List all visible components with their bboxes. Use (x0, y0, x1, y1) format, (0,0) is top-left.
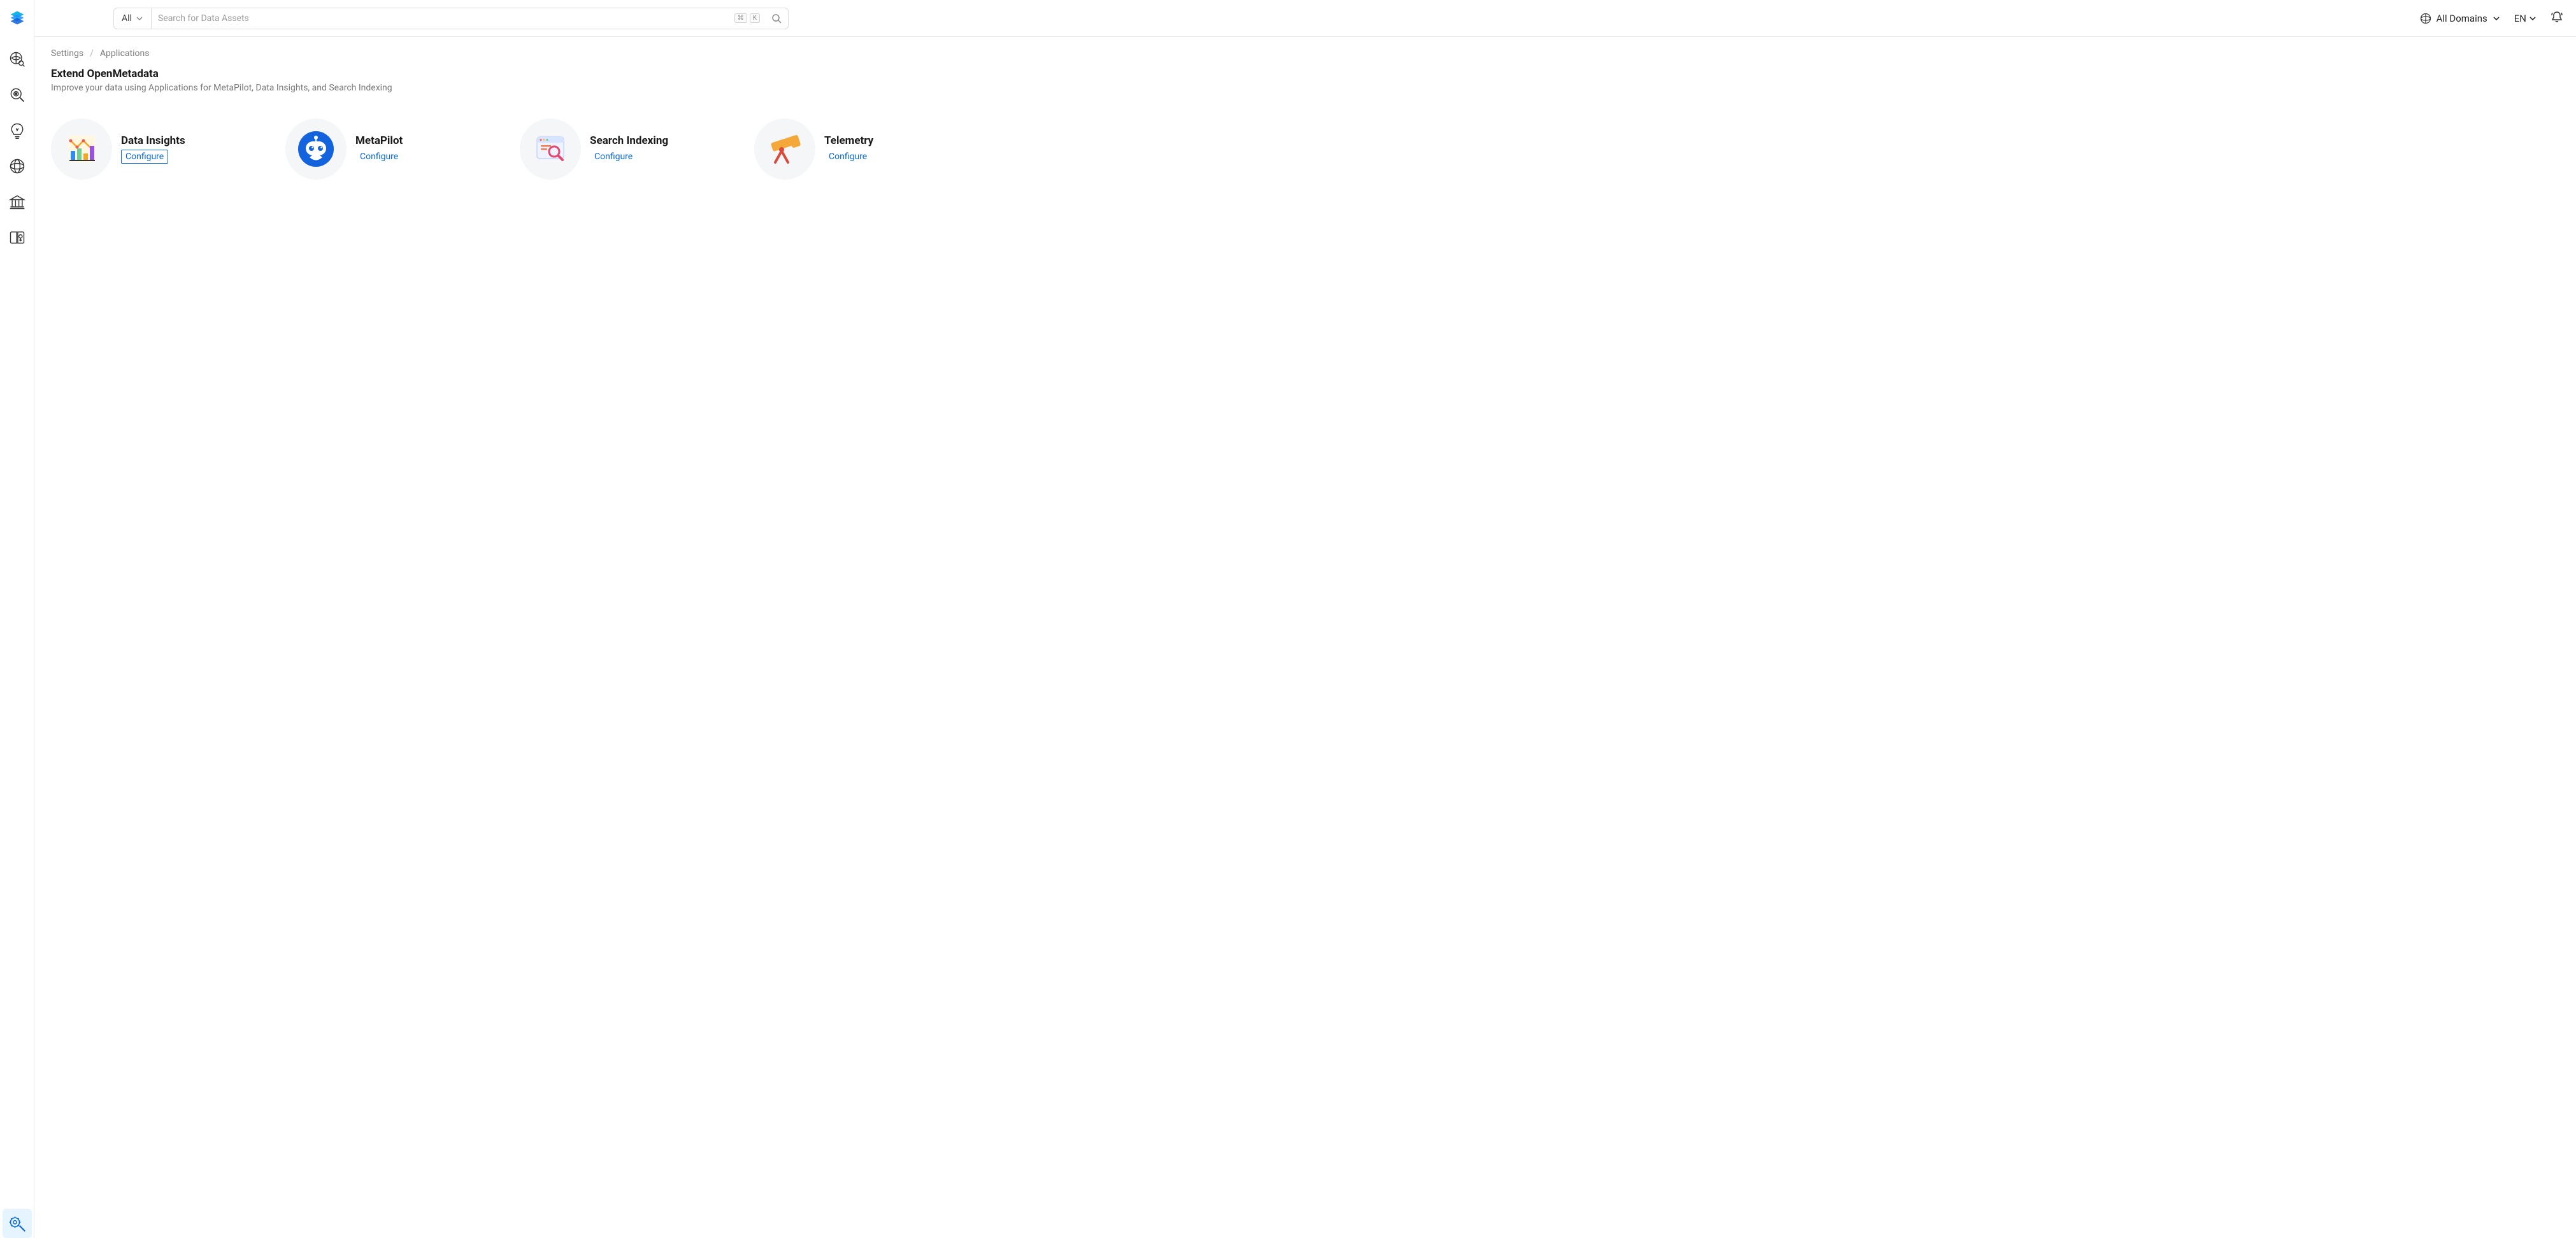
content: Settings / Applications Extend OpenMetad… (34, 37, 2576, 1238)
bar-chart-icon (64, 132, 99, 166)
nav-insights[interactable] (3, 116, 32, 145)
nav-observability[interactable] (3, 80, 32, 110)
configure-link[interactable]: Configure (824, 150, 871, 164)
kbd-cmd: ⌘ (734, 13, 747, 23)
bell-icon (2551, 11, 2563, 24)
breadcrumb-root[interactable]: Settings (51, 48, 83, 59)
domain-label: All Domains (2436, 13, 2487, 24)
nav-settings[interactable] (3, 1209, 32, 1238)
chevron-down-icon (136, 15, 143, 22)
configure-link[interactable]: Configure (590, 150, 637, 164)
configure-link[interactable]: Configure (121, 150, 168, 164)
nav-explore[interactable] (3, 45, 32, 74)
search-filter-dropdown[interactable]: All (114, 8, 152, 29)
app-icon-metapilot (285, 118, 347, 180)
domain-selector[interactable]: All Domains (2420, 13, 2500, 24)
breadcrumb: Settings / Applications (51, 48, 2559, 59)
kbd-k: K (750, 13, 760, 23)
globe-icon (2420, 13, 2431, 24)
search-input[interactable] (152, 8, 734, 29)
app-title: Data Insights (121, 134, 185, 147)
chevron-down-icon (2493, 15, 2500, 22)
app-icon-search-indexing (520, 118, 581, 180)
search-filter-label: All (122, 13, 132, 24)
app-icon-telemetry (754, 118, 815, 180)
page-title: Extend OpenMetadata (51, 68, 2559, 80)
breadcrumb-current: Applications (100, 48, 150, 59)
header: All ⌘ K All Domains (34, 0, 2576, 37)
search-bar: All ⌘ K (113, 8, 789, 29)
app-card-metapilot: MetaPilot Configure (285, 118, 489, 180)
search-window-icon (533, 132, 568, 166)
sidebar (0, 0, 34, 1238)
breadcrumb-separator: / (90, 48, 94, 59)
bot-icon (297, 130, 335, 168)
language-selector[interactable]: EN (2514, 13, 2537, 24)
app-title: MetaPilot (355, 134, 403, 147)
app-title: Telemetry (824, 134, 873, 147)
search-button[interactable] (765, 13, 788, 24)
search-shortcut-hint: ⌘ K (734, 13, 765, 23)
app-icon-data-insights (51, 118, 112, 180)
search-icon (771, 13, 782, 24)
app-title: Search Indexing (590, 134, 668, 147)
nav-govern[interactable] (3, 187, 32, 217)
app-card-telemetry: Telemetry Configure (754, 118, 958, 180)
app-card-data-insights: Data Insights Configure (51, 118, 255, 180)
nav-domains[interactable] (3, 152, 32, 181)
notifications-button[interactable] (2551, 11, 2563, 26)
configure-link[interactable]: Configure (355, 150, 403, 164)
nav-glossary[interactable] (3, 223, 32, 252)
chevron-down-icon (2529, 15, 2537, 22)
telescope-icon (766, 131, 803, 167)
page-subtitle: Improve your data using Applications for… (51, 83, 2559, 93)
app-card-search-indexing: Search Indexing Configure (520, 118, 724, 180)
app-logo[interactable] (8, 9, 26, 27)
app-card-grid: Data Insights Configure (51, 118, 2559, 180)
language-label: EN (2514, 13, 2526, 24)
